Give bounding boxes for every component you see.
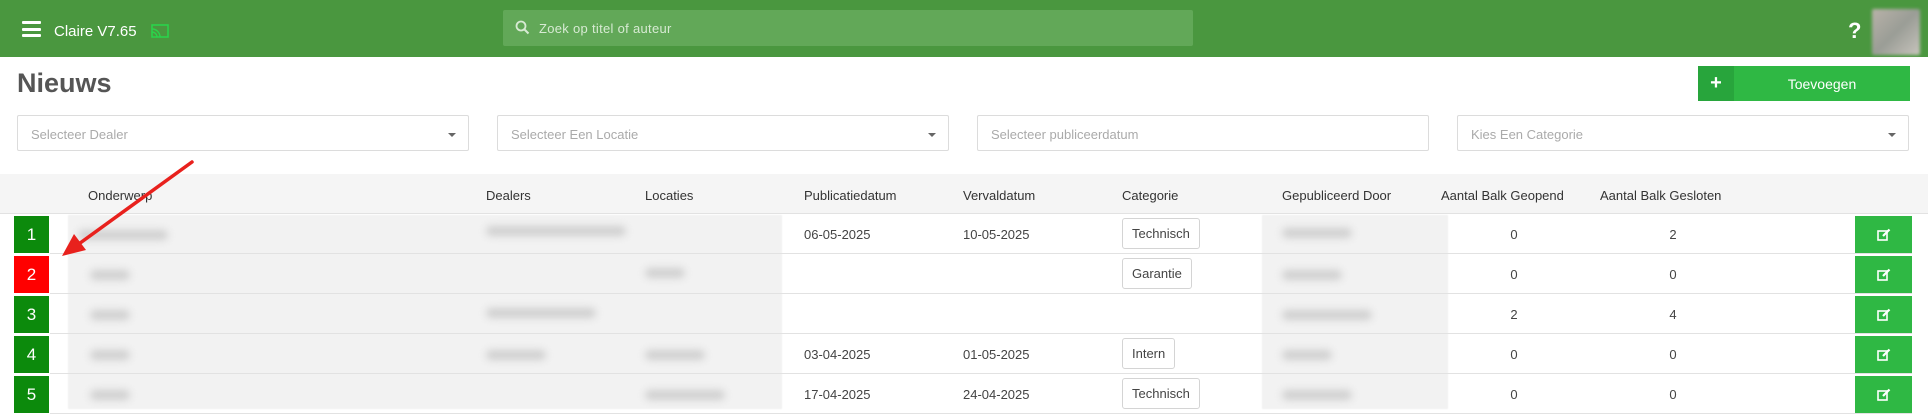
expiry-date: 24-04-2025 — [963, 387, 1030, 402]
column-published-by[interactable]: Gepubliceerd Door — [1282, 188, 1391, 203]
closed-count: 0 — [1669, 387, 1677, 402]
category-select-placeholder: Kies Een Categorie — [1471, 127, 1584, 142]
opened-count: 0 — [1510, 227, 1518, 242]
expiry-date: 10-05-2025 — [963, 227, 1030, 242]
column-subject[interactable]: Onderwerp — [88, 188, 152, 203]
location-select-placeholder: Selecteer Een Locatie — [511, 127, 639, 142]
caret-down-icon — [448, 133, 456, 137]
edit-button[interactable] — [1855, 256, 1912, 293]
avatar[interactable] — [1872, 9, 1920, 55]
published-date: 06-05-2025 — [804, 227, 871, 242]
category-badge: Intern — [1122, 338, 1176, 369]
closed-count: 4 — [1669, 307, 1677, 322]
app-title: Claire V7.65 — [54, 23, 137, 40]
question-icon[interactable]: ? — [1848, 18, 1861, 44]
search-input[interactable] — [539, 10, 1179, 46]
column-locations[interactable]: Locaties — [645, 188, 693, 203]
row-index-active: 1 — [14, 216, 49, 253]
category-badge: Garantie — [1122, 258, 1192, 289]
category-select[interactable]: Kies Een Categorie — [1457, 115, 1909, 151]
published-date: 17-04-2025 — [804, 387, 871, 402]
edit-button[interactable] — [1855, 296, 1912, 333]
opened-count: 0 — [1510, 267, 1518, 282]
opened-count: 0 — [1510, 347, 1518, 362]
cast-icon[interactable] — [151, 24, 169, 38]
column-expires[interactable]: Vervaldatum — [963, 188, 1035, 203]
published-date: 03-04-2025 — [804, 347, 871, 362]
edit-icon — [1876, 348, 1890, 361]
top-bar: Claire V7.65 ? — [0, 0, 1928, 57]
table-row[interactable]: 3 2 4 — [0, 294, 1928, 334]
closed-count: 0 — [1669, 267, 1677, 282]
edit-icon — [1876, 308, 1890, 321]
row-index-active: 3 — [14, 296, 49, 333]
location-select[interactable]: Selecteer Een Locatie — [497, 115, 949, 151]
column-closed[interactable]: Aantal Balk Gesloten — [1600, 188, 1721, 203]
edit-icon — [1876, 228, 1890, 241]
publish-date-placeholder: Selecteer publiceerdatum — [991, 127, 1139, 142]
table-row[interactable]: 2 Garantie 0 0 — [0, 254, 1928, 294]
column-dealers[interactable]: Dealers — [486, 188, 531, 203]
page-title: Nieuws — [17, 68, 112, 98]
dealer-select[interactable]: Selecteer Dealer — [17, 115, 469, 151]
search-icon — [515, 20, 530, 35]
column-published[interactable]: Publicatiedatum — [804, 188, 897, 203]
publish-date-field[interactable]: Selecteer publiceerdatum — [977, 115, 1429, 151]
row-index-active: 4 — [14, 336, 49, 373]
row-index-active: 5 — [14, 376, 49, 413]
caret-down-icon — [928, 133, 936, 137]
plus-icon: + — [1698, 66, 1734, 101]
table-row[interactable]: 5 17-04-2025 24-04-2025 Technisch 0 0 — [0, 374, 1928, 414]
edit-button[interactable] — [1855, 336, 1912, 373]
column-opened[interactable]: Aantal Balk Geopend — [1441, 188, 1564, 203]
edit-button[interactable] — [1855, 376, 1912, 413]
table-header: Onderwerp Dealers Locaties Publicatiedat… — [0, 174, 1928, 214]
category-badge: Technisch — [1122, 218, 1200, 249]
add-button[interactable]: + Toevoegen — [1698, 66, 1910, 101]
search-box — [503, 10, 1193, 46]
add-button-label: Toevoegen — [1787, 76, 1857, 92]
edit-icon — [1876, 268, 1890, 281]
closed-count: 2 — [1669, 227, 1677, 242]
edit-icon — [1876, 388, 1890, 401]
category-badge: Technisch — [1122, 378, 1200, 409]
row-index-inactive: 2 — [14, 256, 49, 293]
table-row[interactable]: 4 03-04-2025 01-05-2025 Intern 0 0 — [0, 334, 1928, 374]
closed-count: 0 — [1669, 347, 1677, 362]
dealer-select-placeholder: Selecteer Dealer — [31, 127, 128, 142]
table-row[interactable]: 1 06-05-2025 10-05-2025 Technisch 0 2 — [0, 214, 1928, 254]
expiry-date: 01-05-2025 — [963, 347, 1030, 362]
hamburger-icon[interactable] — [22, 21, 41, 37]
caret-down-icon — [1888, 133, 1896, 137]
opened-count: 0 — [1510, 387, 1518, 402]
edit-button[interactable] — [1855, 216, 1912, 253]
opened-count: 2 — [1510, 307, 1518, 322]
column-category[interactable]: Categorie — [1122, 188, 1178, 203]
